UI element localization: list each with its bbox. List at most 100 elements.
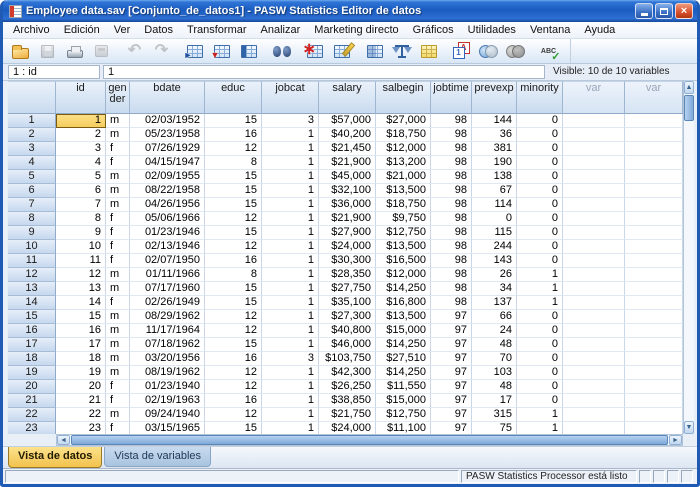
cell[interactable]	[625, 226, 683, 240]
cell[interactable]: 0	[517, 198, 563, 212]
horizontal-scrollbar[interactable]: ◄ ►	[56, 434, 683, 446]
cell[interactable]: f	[106, 212, 130, 226]
cell[interactable]: 1	[262, 128, 319, 142]
cell[interactable]: 0	[517, 254, 563, 268]
cell[interactable]: 1	[56, 114, 106, 128]
cell[interactable]: m	[106, 170, 130, 184]
row-header[interactable]: 19	[8, 366, 56, 380]
cell[interactable]: 1	[262, 324, 319, 338]
cell[interactable]	[625, 184, 683, 198]
open-data-icon[interactable]	[7, 40, 34, 62]
cell[interactable]: 15	[205, 184, 262, 198]
cell[interactable]: 02/07/1950	[130, 254, 205, 268]
insert-variable-icon[interactable]	[328, 40, 355, 62]
cell[interactable]: $27,300	[319, 310, 376, 324]
find-icon[interactable]	[268, 40, 295, 62]
cell[interactable]: 1	[262, 268, 319, 282]
cell[interactable]: $18,750	[376, 198, 431, 212]
cell[interactable]	[625, 128, 683, 142]
cell[interactable]	[563, 254, 625, 268]
cell[interactable]: 48	[472, 380, 517, 394]
cell[interactable]: 0	[517, 128, 563, 142]
cell[interactable]: 36	[472, 128, 517, 142]
cell[interactable]: 9	[56, 226, 106, 240]
cell[interactable]: 1	[517, 282, 563, 296]
cell[interactable]: 12	[205, 310, 262, 324]
cell[interactable]: $13,500	[376, 184, 431, 198]
cell[interactable]	[563, 282, 625, 296]
cell[interactable]: 2	[56, 128, 106, 142]
cell[interactable]: 0	[517, 212, 563, 226]
col-header-var-10[interactable]: var	[563, 81, 625, 114]
row-header[interactable]: 5	[8, 170, 56, 184]
col-header-id-0[interactable]: id	[56, 81, 106, 114]
cell[interactable]	[563, 296, 625, 310]
cell[interactable]: m	[106, 282, 130, 296]
cell[interactable]	[625, 240, 683, 254]
cell[interactable]	[563, 268, 625, 282]
cell[interactable]: $11,100	[376, 422, 431, 434]
cell[interactable]	[563, 310, 625, 324]
row-header[interactable]: 9	[8, 226, 56, 240]
cell[interactable]: $35,100	[319, 296, 376, 310]
cell[interactable]	[625, 268, 683, 282]
row-header[interactable]: 21	[8, 394, 56, 408]
cell[interactable]: 03/15/1965	[130, 422, 205, 434]
cell[interactable]: 15	[205, 338, 262, 352]
cell[interactable]	[625, 366, 683, 380]
col-header-var-11[interactable]: var	[625, 81, 683, 114]
cell[interactable]: $27,900	[319, 226, 376, 240]
cell[interactable]: 14	[56, 296, 106, 310]
cell[interactable]: 3	[56, 142, 106, 156]
cell[interactable]: 15	[56, 310, 106, 324]
cell[interactable]: $57,000	[319, 114, 376, 128]
cell[interactable]: 0	[517, 394, 563, 408]
cell[interactable]: 16	[205, 352, 262, 366]
cell[interactable]: 8	[205, 268, 262, 282]
cell[interactable]: $27,510	[376, 352, 431, 366]
cell[interactable]: $11,550	[376, 380, 431, 394]
cell[interactable]: $26,250	[319, 380, 376, 394]
cell[interactable]: 0	[517, 114, 563, 128]
cell[interactable]: m	[106, 268, 130, 282]
spell-check-icon[interactable]: ABC✓	[535, 40, 562, 62]
cell[interactable]: 01/23/1946	[130, 226, 205, 240]
cell[interactable]: m	[106, 408, 130, 422]
cell[interactable]: $21,750	[319, 408, 376, 422]
cell[interactable]: $24,000	[319, 240, 376, 254]
cell[interactable]: $13,500	[376, 310, 431, 324]
cell[interactable]: 0	[517, 226, 563, 240]
cell[interactable]: 4	[56, 156, 106, 170]
row-header[interactable]: 1	[8, 114, 56, 128]
cell-value-field[interactable]: 1	[103, 65, 545, 79]
cell[interactable]: 08/22/1958	[130, 184, 205, 198]
cell[interactable]: 22	[56, 408, 106, 422]
cell[interactable]: 12	[205, 380, 262, 394]
row-header[interactable]: 8	[8, 212, 56, 226]
cell[interactable]: m	[106, 310, 130, 324]
cell[interactable]: 1	[262, 254, 319, 268]
cell[interactable]: f	[106, 226, 130, 240]
cell[interactable]: 1	[262, 296, 319, 310]
cell[interactable]: 12	[205, 142, 262, 156]
cell[interactable]: 1	[517, 296, 563, 310]
cell[interactable]: $14,250	[376, 338, 431, 352]
cell[interactable]: $12,750	[376, 226, 431, 240]
cell[interactable]: 04/15/1947	[130, 156, 205, 170]
scroll-right-icon[interactable]: ►	[669, 435, 682, 445]
cell[interactable]	[625, 422, 683, 434]
row-header[interactable]: 6	[8, 184, 56, 198]
cell[interactable]: 98	[431, 114, 472, 128]
row-header[interactable]: 10	[8, 240, 56, 254]
cell[interactable]: 12	[205, 366, 262, 380]
maximize-button[interactable]	[655, 3, 673, 19]
cell[interactable]: 70	[472, 352, 517, 366]
cell[interactable]: $21,900	[319, 156, 376, 170]
cell[interactable]: 12	[56, 268, 106, 282]
cell[interactable]: 98	[431, 268, 472, 282]
cell[interactable]: $16,800	[376, 296, 431, 310]
tab-vista-de-datos[interactable]: Vista de datos	[8, 447, 102, 468]
cell[interactable]: 07/26/1929	[130, 142, 205, 156]
cell[interactable]: f	[106, 296, 130, 310]
cell[interactable]: 01/23/1940	[130, 380, 205, 394]
